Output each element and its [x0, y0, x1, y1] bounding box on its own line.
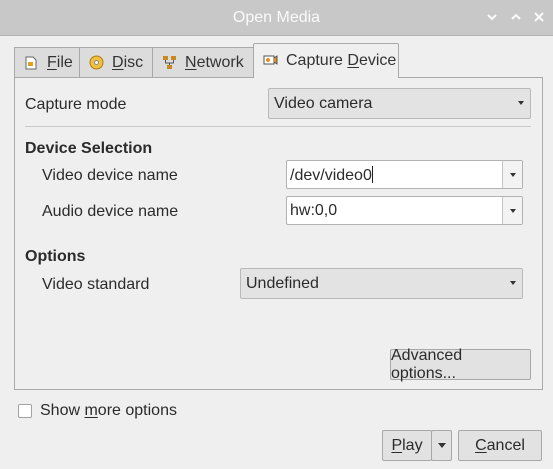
- tab-disc-label: Disc: [112, 53, 144, 71]
- maximize-icon[interactable]: [507, 8, 525, 26]
- video-device-combo[interactable]: /dev/video0: [286, 160, 523, 189]
- tab-file[interactable]: File: [14, 47, 80, 77]
- play-button[interactable]: Play: [382, 430, 432, 461]
- audio-device-input[interactable]: hw:0,0: [290, 202, 337, 220]
- disc-icon: [88, 55, 104, 71]
- video-standard-value: Undefined: [246, 274, 319, 292]
- advanced-options-button[interactable]: Advanced options...: [390, 347, 531, 382]
- video-device-input[interactable]: /dev/video0: [290, 166, 373, 185]
- video-standard-select[interactable]: Undefined: [240, 268, 523, 299]
- title-bar: Open Media: [0, 0, 553, 36]
- audio-device-label: Audio device name: [42, 203, 179, 220]
- show-more-options-checkbox[interactable]: [18, 404, 32, 418]
- video-device-label: Video device name: [42, 167, 178, 184]
- chevron-down-icon: [518, 101, 524, 105]
- tab-network[interactable]: Network: [152, 47, 254, 77]
- chevron-down-icon: [437, 443, 446, 448]
- minimize-icon[interactable]: [483, 8, 501, 26]
- tab-network-label: Network: [185, 53, 244, 71]
- network-icon: [161, 55, 177, 71]
- capture-mode-value: Video camera: [274, 94, 373, 112]
- video-standard-label: Video standard: [42, 276, 150, 293]
- chevron-down-icon: [510, 281, 516, 285]
- chevron-down-icon[interactable]: [502, 197, 522, 224]
- options-heading: Options: [25, 248, 86, 265]
- capture-device-panel: Capture mode Video camera Device Selecti…: [14, 77, 543, 390]
- tab-file-label: File: [47, 53, 73, 71]
- divider: [25, 126, 531, 127]
- capture-mode-select[interactable]: Video camera: [268, 88, 531, 119]
- audio-device-combo[interactable]: hw:0,0: [286, 196, 523, 225]
- window-title: Open Media: [232, 9, 321, 26]
- tab-capture-device[interactable]: Capture Device: [253, 43, 399, 78]
- capture-mode-label: Capture mode: [25, 96, 127, 113]
- tab-disc[interactable]: Disc: [79, 47, 153, 77]
- show-more-options-label[interactable]: Show more options: [40, 402, 177, 420]
- capture-device-icon: [262, 53, 278, 69]
- play-menu-button[interactable]: [431, 430, 452, 461]
- tab-capture-device-label: Capture Device: [286, 52, 397, 69]
- close-icon[interactable]: [530, 8, 548, 26]
- file-icon: [23, 55, 39, 71]
- device-selection-heading: Device Selection: [25, 140, 153, 157]
- chevron-down-icon[interactable]: [502, 161, 522, 188]
- cancel-button[interactable]: Cancel: [458, 430, 542, 461]
